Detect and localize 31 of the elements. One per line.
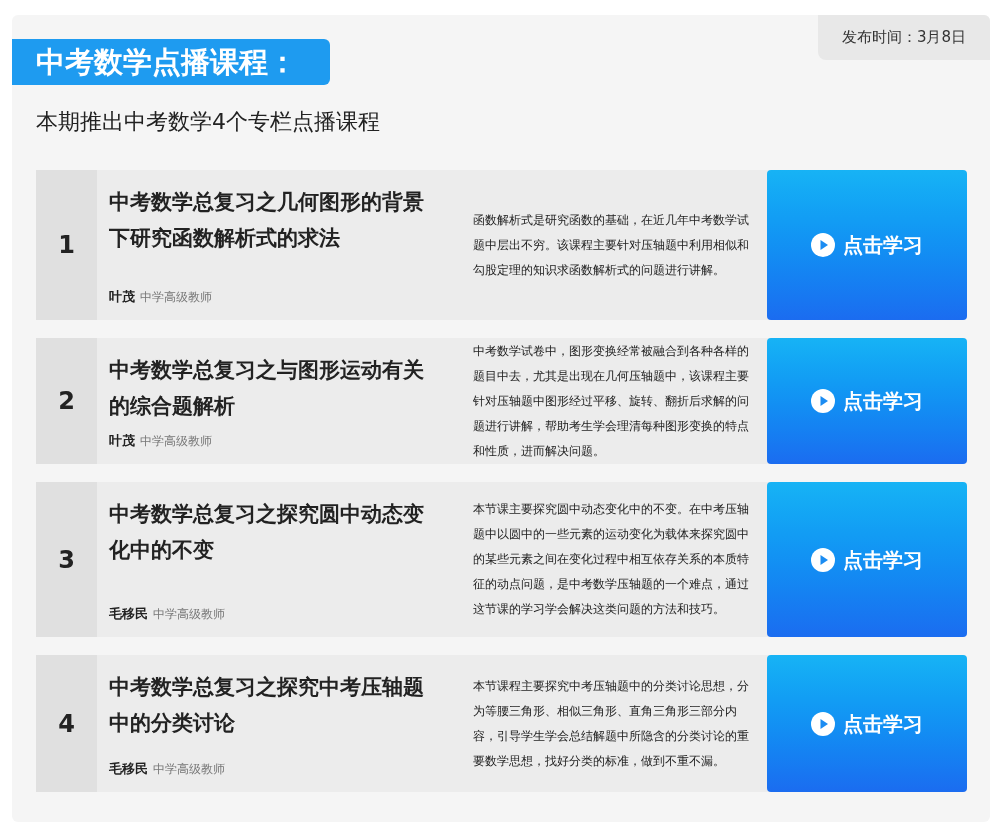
teacher-name: 叶茂	[109, 287, 135, 306]
course-description: 中考数学试卷中，图形变换经常被融合到各种各样的题目中去，尤其是出现在几何压轴题中，该课程主要针对压轴题中图形经过平移、旋转、翻折后求解的问题进行讲解，帮助考生学会理清每种图形变换的特点和性质，进而解决问题。	[473, 342, 750, 460]
play-icon	[811, 547, 835, 572]
teacher-rank: 中学高级教师	[153, 605, 225, 623]
study-button[interactable]: 点击学习	[767, 482, 967, 637]
course-description: 本节课程主要探究中考压轴题中的分类讨论思想，分为等腰三角形、相似三角形、直角三角形三部分内容，引导学生学会总结解题中所隐含的分类讨论的重要数学思想，找好分类的标准，做到不重不漏。	[473, 677, 750, 770]
course-description: 函数解析式是研究函数的基础，在近几年中考数学试题中层出不穷。该课程主要针对压轴题中利用相似和勾股定理的知识求函数解析式的问题进行讲解。	[473, 211, 750, 279]
teacher-rank: 中学高级教师	[153, 760, 225, 778]
course-number: 4	[36, 655, 97, 792]
teacher-rank: 中学高级教师	[140, 288, 212, 306]
course-title: 中考数学总复习之探究中考压轴题中的分类讨论	[109, 674, 425, 737]
study-button[interactable]: 点击学习	[767, 170, 967, 320]
course-number: 3	[36, 482, 97, 637]
teacher-rank: 中学高级教师	[140, 432, 212, 450]
course-number: 2	[36, 338, 97, 464]
course-title: 中考数学总复习之几何图形的背景下研究函数解析式的求法	[109, 189, 425, 252]
course-title: 中考数学总复习之探究圆中动态变化中的不变	[109, 501, 425, 564]
play-icon	[811, 233, 835, 257]
course-title: 中考数学总复习之与图形运动有关的综合题解析	[109, 357, 425, 420]
subtitle: 本期推出中考数学4个专栏点播课程	[36, 108, 381, 136]
teacher-name: 叶茂	[109, 431, 135, 450]
page-title: 中考数学点播课程：	[12, 39, 330, 85]
study-button[interactable]: 点击学习	[767, 655, 967, 792]
course-description: 本节课主要探究圆中动态变化中的不变。在中考压轴题中以圆中的一些元素的运动变化为载体来探究圆中的某些元素之间在变化过程中相互依存关系的本质特征的动点问题，是中考数学压轴题的一个难点，通过这节课的学习学会解决这类问题的方法和技巧。	[473, 501, 750, 618]
course-number: 1	[36, 170, 97, 320]
study-button[interactable]: 点击学习	[767, 338, 967, 464]
publish-date: 发布时间：3月8日	[818, 15, 990, 60]
play-icon	[811, 389, 835, 413]
teacher-name: 毛移民	[109, 604, 148, 623]
play-icon	[811, 711, 835, 736]
teacher-name: 毛移民	[109, 759, 148, 778]
